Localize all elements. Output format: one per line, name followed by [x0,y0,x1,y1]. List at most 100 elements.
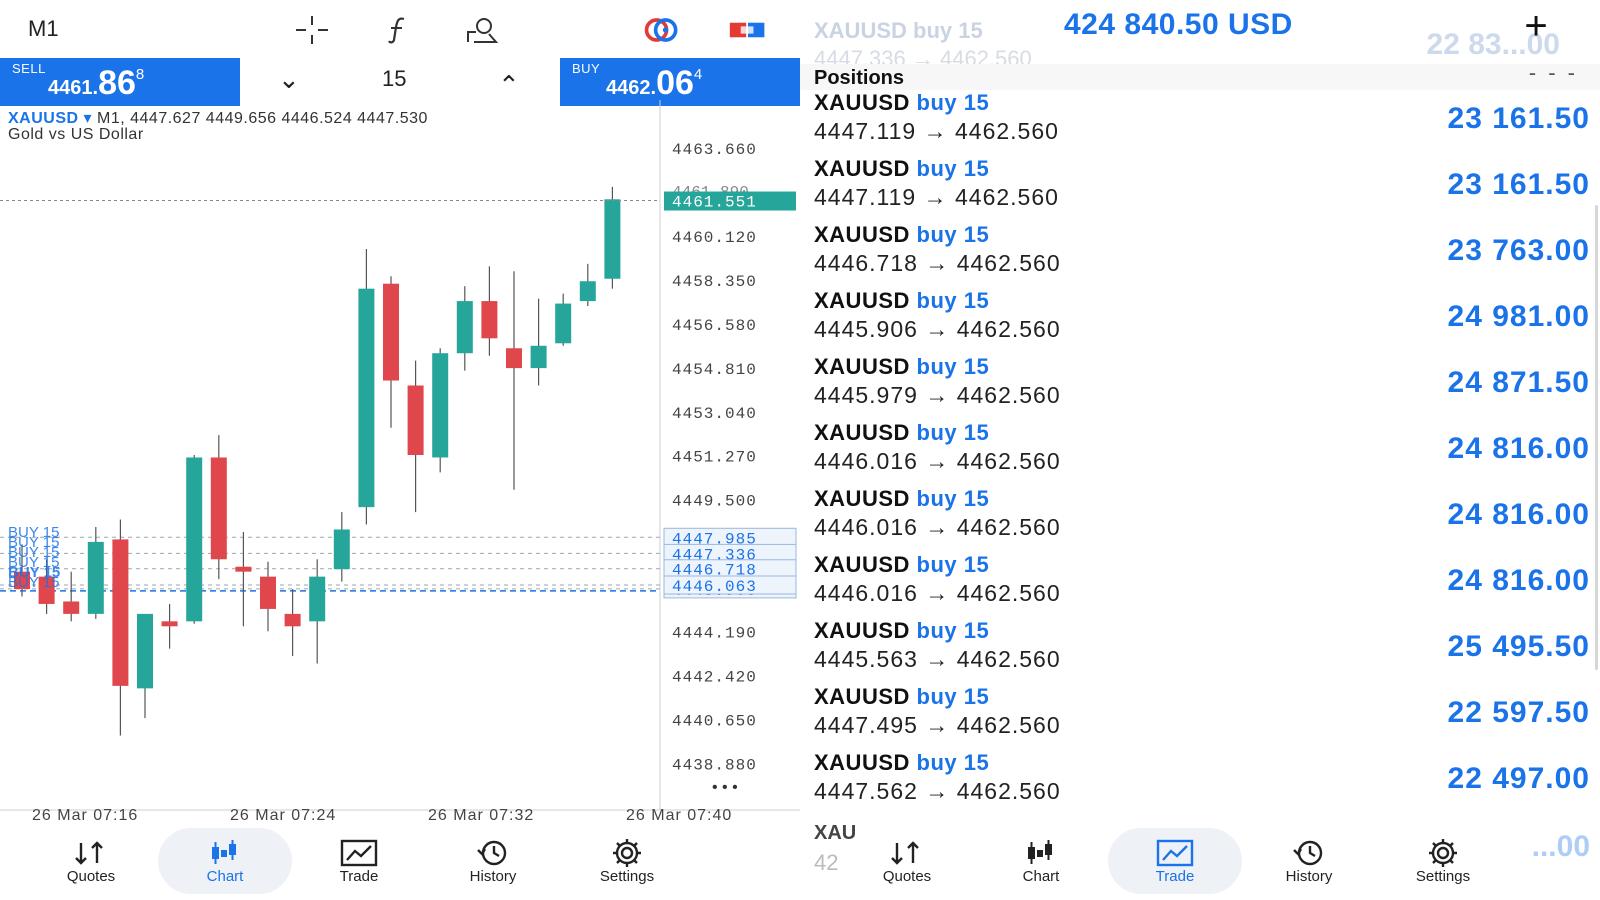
timeframe-button[interactable]: M1 [28,16,59,42]
position-row[interactable]: XAUUSD buy 15 4447.119 → 4462.560 23 161.5… [800,90,1600,156]
position-row[interactable]: XAUUSD buy 15 4445.906 → 4462.560 24 981.0… [800,288,1600,354]
trade-screen: XAUUSD buy 15 4447.336 → 4462.560 22 83.… [800,0,1600,900]
position-row[interactable]: XAUUSD buy 15 4447.495 → 4462.560 22 597.5… [800,684,1600,750]
position-symbol: XAUUSD [814,156,910,181]
y-tick-label: 4444.190 [672,625,757,643]
position-row[interactable]: XAUUSD buy 15 4447.119 → 4462.560 23 161.5… [800,156,1600,222]
trade-order-icon[interactable] [728,14,768,46]
trade-icon [1155,838,1195,868]
nav-history[interactable]: History [426,828,560,894]
position-profit: 24 981.00 [1447,300,1590,333]
sell-button[interactable]: SELL 4461.868 [0,58,240,106]
position-row[interactable]: XAUUSD buy 15 4447.562 → 4462.560 22 497.0… [800,750,1600,816]
chart-icon [1023,838,1059,868]
volume-increase-icon[interactable]: ⌃ [498,70,520,101]
position-prices: 4447.119 → 4462.560 [814,184,1059,210]
position-row[interactable]: XAUUSD buy 15 4446.016 → 4462.560 24 816.0… [800,420,1600,486]
position-symbol: XAUUSD [814,288,910,313]
nav-history[interactable]: History [1242,828,1376,894]
position-prices: 4446.016 → 4462.560 [814,580,1061,606]
nav-label: Chart [206,867,244,885]
position-title: XAUUSD buy 15 [814,750,989,776]
position-side: buy 15 [916,486,990,511]
nav-trade[interactable]: Trade [1108,828,1242,894]
y-tick-label: 4463.660 [672,141,757,159]
ghost-position-symbol: XAUUSD buy 15 [814,18,983,43]
new-order-button[interactable]: + [1512,2,1560,50]
y-tick-label: 4453.040 [672,405,757,423]
position-profit: 24 816.00 [1447,432,1590,465]
ohlc-values: M1, 4447.627 4449.656 4446.524 4447.530 [97,110,428,127]
position-symbol: XAUUSD [814,486,910,511]
nav-quotes[interactable]: Quotes [840,828,974,894]
position-side: buy 15 [916,156,990,181]
position-symbol: XAUUSD [814,618,910,643]
partial-position-profit: ...00 [1531,830,1590,863]
nav-trade[interactable]: Trade [292,828,426,894]
position-profit: 22 597.50 [1447,696,1590,729]
candle-body [383,283,399,381]
bottom-navigation: Quotes Chart Trade History Settings [840,822,1510,900]
symbol-info: XAUUSD ▾ M1, 4447.627 4449.656 4446.524 … [8,108,428,128]
position-title: XAUUSD buy 15 [814,618,989,644]
candle-body [309,576,326,622]
candle-body [112,539,129,686]
y-tick-label: 4440.650 [672,712,757,730]
crosshair-icon[interactable] [292,14,332,46]
position-row[interactable]: XAUUSD buy 15 4445.563 → 4462.560 25 495.5… [800,618,1600,684]
position-row[interactable]: XAUUSD buy 15 4446.016 → 4462.560 24 816.0… [800,552,1600,618]
nav-settings[interactable]: Settings [560,828,694,894]
y-tick-label: 4442.420 [672,668,757,686]
position-prices: 4447.119 → 4462.560 [814,118,1059,144]
nav-label: Settings [1415,867,1471,885]
scrollbar[interactable] [1595,205,1598,670]
nav-chart[interactable]: Chart [974,828,1108,894]
nav-chart[interactable]: Chart [158,828,292,894]
volume-decrease-icon[interactable]: ⌄ [278,64,300,95]
position-profit: 24 816.00 [1447,498,1590,531]
history-icon [475,838,511,868]
x-tick-label: 26 Mar 07:24 [230,807,336,820]
position-row[interactable]: XAUUSD buy 15 4446.016 → 4462.560 24 816.0… [800,486,1600,552]
one-click-trading-icon[interactable] [642,14,682,46]
position-profit: 23 161.50 [1447,168,1590,201]
position-row[interactable]: XAUUSD buy 15 4445.979 → 4462.560 24 871.5… [800,354,1600,420]
indicators-icon[interactable] [378,14,418,46]
symbol-name[interactable]: XAUUSD [8,110,79,127]
position-title: XAUUSD buy 15 [814,156,989,182]
position-row[interactable]: XAUUSD buy 15 4446.718 → 4462.560 23 763.0… [800,222,1600,288]
positions-menu-icon[interactable]: - - - [1529,60,1578,86]
position-prices: 4447.562 → 4462.560 [814,778,1061,804]
history-icon [1291,838,1327,868]
sell-label: SELL [12,61,46,76]
candlestick-chart[interactable]: 4463.660 4460.120 4458.350 4456.580 4454.810… [0,100,800,820]
position-prices: 4446.016 → 4462.560 [814,514,1061,540]
buy-button[interactable]: BUY 4462.064 [560,58,800,106]
nav-settings[interactable]: Settings [1376,828,1510,894]
position-prices: 4445.563 → 4462.560 [814,646,1061,672]
x-tick-label: 26 Mar 07:40 [626,807,732,820]
position-profit: 23 161.50 [1447,102,1590,135]
nav-label: Trade [339,867,379,885]
candle-body [358,288,375,508]
position-prices: 4445.979 → 4462.560 [814,382,1061,408]
position-side: buy 15 [916,618,990,643]
position-side: buy 15 [916,90,990,115]
y-tick-label: 4449.500 [672,493,757,511]
settings-icon [1426,838,1460,868]
symbol-dropdown-icon[interactable]: ▾ [84,110,93,127]
volume-value[interactable]: 15 [382,66,406,92]
position-prices: 4446.718 → 4462.560 [814,250,1061,276]
nav-label: Quotes [882,867,932,885]
position-symbol: XAUUSD [814,552,910,577]
y-tick-label: 4454.810 [672,361,757,379]
x-tick-label: 26 Mar 07:32 [428,807,534,820]
position-prices: 4446.016 → 4462.560 [814,448,1061,474]
candle-body [481,301,498,339]
candle-body [555,303,572,344]
chart-icon [207,838,243,868]
nav-quotes[interactable]: Quotes [24,828,158,894]
nav-label: Chart [1022,867,1060,885]
objects-icon[interactable] [462,14,502,46]
nav-label: History [1285,867,1333,885]
